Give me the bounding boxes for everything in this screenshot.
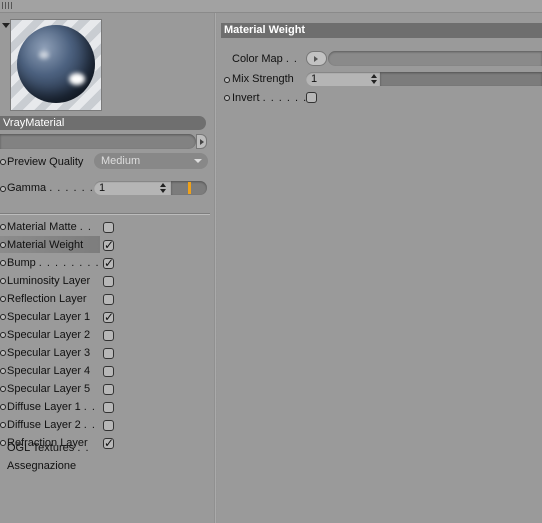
ogl-textures-label: OGL Textures <box>7 442 75 454</box>
texture-bar[interactable] <box>0 134 196 149</box>
animation-dot-icon[interactable] <box>0 260 6 266</box>
layer-label-text: Material Matte <box>7 221 77 233</box>
animation-dot-icon[interactable] <box>0 422 6 428</box>
layer-label: Material Matte. . <box>7 221 92 233</box>
animation-dot-icon[interactable] <box>0 296 6 302</box>
layer-label-dots: . . <box>83 401 96 413</box>
animation-dot-icon[interactable] <box>0 186 6 192</box>
layer-checkbox[interactable] <box>103 276 114 287</box>
assegnazione-item[interactable]: Assegnazione <box>7 460 76 472</box>
material-name-field[interactable]: VrayMaterial <box>0 116 206 130</box>
animation-dot-icon[interactable] <box>0 440 6 446</box>
mix-strength-value: 1 <box>311 73 318 85</box>
animation-dot-icon[interactable] <box>0 386 6 392</box>
gamma-label-text: Gamma <box>7 182 47 194</box>
preview-quality-label: Preview Quality <box>7 156 84 168</box>
layer-label-dots: . . . . . . . . . <box>38 257 108 269</box>
animation-dot-icon[interactable] <box>224 95 230 101</box>
section-divider <box>0 213 210 215</box>
material-preview-thumbnail[interactable] <box>10 19 102 111</box>
gamma-slider-handle[interactable] <box>188 182 191 194</box>
layer-label-text: Specular Layer 1 <box>7 311 91 323</box>
layer-checkbox[interactable] <box>103 256 114 270</box>
invert-label: Invert . . . . . . <box>232 92 307 104</box>
color-map-menu-button[interactable] <box>306 51 327 66</box>
material-list-panel: VrayMaterial Preview Quality Medium Gamm… <box>0 13 214 523</box>
texture-menu-button[interactable] <box>196 134 207 149</box>
layer-label: Specular Layer 5 <box>7 383 90 395</box>
top-toolbar-strip <box>0 0 542 13</box>
layer-label-text: Luminosity Layer <box>7 275 91 287</box>
layer-label: Luminosity Layer <box>7 275 90 287</box>
layer-checkbox[interactable] <box>103 222 114 233</box>
layer-label-dots: . . <box>79 221 92 233</box>
preview-quality-select[interactable]: Medium <box>94 153 208 169</box>
layer-checkbox[interactable] <box>103 330 114 341</box>
layer-label: Specular Layer 2 <box>7 329 90 341</box>
mix-strength-slider[interactable] <box>380 72 542 86</box>
invert-label-text: Invert <box>232 92 260 104</box>
layer-label-text: Specular Layer 4 <box>7 365 91 377</box>
animation-dot-icon[interactable] <box>0 332 6 338</box>
invert-checkbox[interactable] <box>306 92 317 103</box>
animation-dot-icon[interactable] <box>0 278 6 284</box>
color-map-texture-field[interactable] <box>328 51 542 66</box>
layer-checkbox[interactable] <box>103 402 114 413</box>
color-map-dots: . . <box>285 53 298 65</box>
gamma-value: 1 <box>99 182 106 194</box>
layer-checkbox[interactable] <box>103 366 114 377</box>
animation-dot-icon[interactable] <box>224 77 230 83</box>
layer-checkbox[interactable] <box>103 310 114 324</box>
layer-label: Specular Layer 3 <box>7 347 90 359</box>
layer-label-text: Diffuse Layer 2 <box>7 419 81 431</box>
mix-strength-input[interactable]: 1 <box>306 72 380 86</box>
layer-checkbox[interactable] <box>103 294 114 305</box>
layer-label-text: Specular Layer 2 <box>7 329 91 341</box>
layer-label-dots: . . <box>83 419 96 431</box>
attribute-panel: Material Weight Color Map . . Mix Streng… <box>217 13 542 523</box>
mix-strength-spinner-icon[interactable] <box>371 74 377 84</box>
layer-checkbox[interactable] <box>103 238 114 252</box>
layer-checkbox[interactable] <box>103 420 114 431</box>
color-map-label: Color Map . . <box>232 53 298 65</box>
drag-grip-icon[interactable] <box>2 2 14 9</box>
gamma-spinner-icon[interactable] <box>160 183 166 193</box>
animation-dot-icon[interactable] <box>0 224 6 230</box>
layer-label-text: Material Weight <box>7 239 84 251</box>
animation-dot-icon[interactable] <box>0 350 6 356</box>
ogl-textures-dots: . . <box>77 442 90 454</box>
layer-label: Material Weight <box>7 239 83 251</box>
layer-checkbox[interactable] <box>103 436 114 450</box>
mix-strength-label: Mix Strength <box>232 73 294 85</box>
animation-dot-icon[interactable] <box>0 242 6 248</box>
gamma-slider[interactable] <box>171 181 207 195</box>
color-map-label-text: Color Map <box>232 53 283 65</box>
layer-checkbox[interactable] <box>103 384 114 395</box>
invert-dots: . . . . . . <box>262 92 308 104</box>
gamma-label: Gamma . . . . . . . <box>7 182 102 194</box>
animation-dot-icon[interactable] <box>0 368 6 374</box>
animation-dot-icon[interactable] <box>0 314 6 320</box>
preview-quality-value: Medium <box>101 155 141 167</box>
layer-label-text: Specular Layer 3 <box>7 347 91 359</box>
chevron-down-icon <box>194 159 202 163</box>
preview-sphere-icon <box>17 25 95 103</box>
layer-label-text: Reflection Layer <box>7 293 87 305</box>
layer-checkbox[interactable] <box>103 348 114 359</box>
layer-label-text: Bump <box>7 257 36 269</box>
animation-dot-icon[interactable] <box>0 159 6 165</box>
layer-label: Reflection Layer <box>7 293 87 305</box>
collapse-arrow-icon[interactable] <box>2 23 10 28</box>
ogl-textures-item[interactable]: OGL Textures . . <box>7 442 90 454</box>
layer-label: Diffuse Layer 2. . <box>7 419 96 431</box>
layer-label-text: Specular Layer 5 <box>7 383 91 395</box>
layer-label: Specular Layer 1 <box>7 311 90 323</box>
panel-title: Material Weight <box>221 23 542 38</box>
animation-dot-icon[interactable] <box>0 404 6 410</box>
layer-label: Specular Layer 4 <box>7 365 90 377</box>
layer-label: Diffuse Layer 1. . <box>7 401 96 413</box>
layer-label-text: Diffuse Layer 1 <box>7 401 81 413</box>
layer-label: Bump. . . . . . . . . <box>7 257 108 269</box>
